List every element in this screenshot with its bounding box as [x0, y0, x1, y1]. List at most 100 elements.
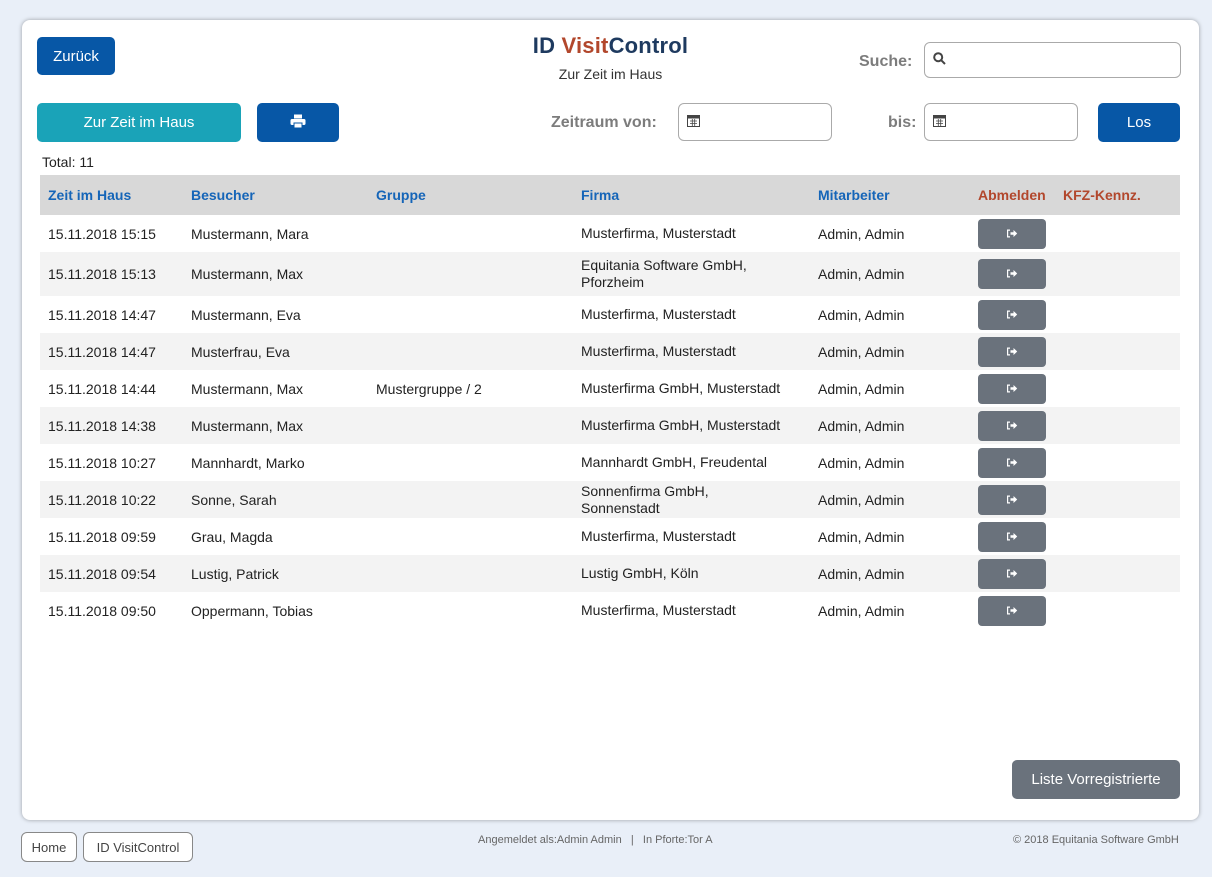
- logo-text-control: Control: [608, 33, 689, 58]
- cell-visitor: Musterfrau, Eva: [191, 343, 290, 360]
- cell-company: Musterfirma, Musterstadt: [581, 343, 736, 359]
- cell-visitor: Grau, Magda: [191, 528, 273, 545]
- table-row[interactable]: 15.11.2018 10:27 Mannhardt, Marko Mannhard…: [40, 444, 1180, 481]
- home-button[interactable]: Home: [21, 832, 77, 862]
- cell-group: [368, 518, 573, 555]
- table-row[interactable]: 15.11.2018 09:59 Grau, Magda Musterfirma, …: [40, 518, 1180, 555]
- search-icon: [933, 52, 946, 68]
- search-field[interactable]: [924, 42, 1181, 78]
- table-row[interactable]: 15.11.2018 15:15 Mustermann, Mara Musterfi…: [40, 215, 1180, 252]
- logo-text-visit: Visit: [561, 33, 609, 58]
- sign-out-icon: [1006, 529, 1018, 545]
- table-row[interactable]: 15.11.2018 15:13 Mustermann, Max Equitania…: [40, 252, 1180, 296]
- search-label: Suche:: [859, 53, 913, 70]
- cell-company: Lustig GmbH, Köln: [581, 565, 699, 581]
- col-header-time[interactable]: Zeit im Haus: [40, 175, 183, 215]
- go-button[interactable]: Los: [1098, 103, 1180, 142]
- cell-visitor: Sonne, Sarah: [191, 491, 277, 508]
- cell-company: Musterfirma GmbH, Musterstadt: [581, 380, 781, 396]
- sign-out-icon: [1006, 492, 1018, 508]
- cell-time: 15.11.2018 10:22: [48, 491, 156, 508]
- cell-company: Musterfirma GmbH, Musterstadt: [581, 417, 781, 433]
- main-panel: Zurück ID VisitControl Zur Zeit im Haus …: [22, 20, 1199, 820]
- logout-button[interactable]: [978, 447, 1046, 478]
- logout-button[interactable]: [978, 218, 1046, 249]
- col-header-employee[interactable]: Mitarbeiter: [810, 175, 970, 215]
- sign-out-icon: [1006, 344, 1018, 360]
- cell-time: 15.11.2018 14:47: [48, 343, 156, 360]
- cell-plate: [1055, 333, 1180, 370]
- cell-time: 15.11.2018 15:13: [48, 266, 156, 282]
- date-to-field[interactable]: [924, 103, 1137, 141]
- table-row[interactable]: 15.11.2018 14:38 Mustermann, Max Musterfir…: [40, 407, 1180, 444]
- cell-group: Mustergruppe / 2: [376, 380, 482, 397]
- logout-button[interactable]: [978, 259, 1046, 289]
- logout-button[interactable]: [978, 373, 1046, 404]
- cell-visitor: Lustig, Patrick: [191, 565, 279, 582]
- print-button[interactable]: [257, 103, 339, 142]
- cell-company: Mannhardt GmbH, Freudental: [581, 454, 767, 470]
- logo-text-id: ID: [532, 33, 562, 58]
- cell-plate: [1055, 407, 1180, 444]
- cell-employee: Admin, Admin: [818, 528, 905, 545]
- visitors-table: Zeit im Haus Besucher Gruppe Firma Mitar…: [40, 175, 1180, 629]
- col-header-visitor[interactable]: Besucher: [183, 175, 368, 215]
- logout-button[interactable]: [978, 336, 1046, 367]
- cell-group: [368, 333, 573, 370]
- table-row[interactable]: 15.11.2018 14:44 Mustermann, Max Mustergru…: [40, 370, 1180, 407]
- cell-employee: Admin, Admin: [818, 306, 905, 323]
- cell-logout: [970, 518, 1055, 555]
- cell-employee: Admin, Admin: [818, 565, 905, 582]
- table-row[interactable]: 15.11.2018 09:50 Oppermann, Tobias Musterf…: [40, 592, 1180, 629]
- cell-group: [368, 296, 573, 333]
- cell-group: [368, 215, 573, 252]
- calendar-icon: [933, 114, 946, 130]
- calendar-icon: [687, 114, 700, 130]
- cell-company: Musterfirma, Musterstadt: [581, 306, 736, 322]
- logout-button[interactable]: [978, 484, 1046, 515]
- cell-logout: [970, 555, 1055, 592]
- copyright: © 2018 Equitania Software GmbH: [1013, 834, 1179, 846]
- cell-group: [368, 252, 573, 296]
- current-visitors-button[interactable]: Zur Zeit im Haus: [37, 103, 241, 142]
- app-home-button[interactable]: ID VisitControl: [83, 832, 193, 862]
- cell-time: 15.11.2018 14:44: [48, 380, 156, 397]
- cell-logout: [970, 407, 1055, 444]
- date-to-label: bis:: [888, 114, 917, 131]
- logout-button[interactable]: [978, 410, 1046, 441]
- cell-logout: [970, 592, 1055, 629]
- table-row[interactable]: 15.11.2018 09:54 Lustig, Patrick Lustig Gm…: [40, 555, 1180, 592]
- cell-visitor: Mustermann, Max: [191, 380, 304, 397]
- cell-time: 15.11.2018 09:50: [48, 602, 156, 619]
- logout-button[interactable]: [978, 595, 1046, 626]
- sign-out-icon: [1006, 381, 1018, 397]
- col-header-company[interactable]: Firma: [573, 175, 810, 215]
- cell-employee: Admin, Admin: [818, 380, 905, 397]
- cell-logout: [970, 252, 1055, 296]
- cell-employee: Admin, Admin: [818, 343, 905, 360]
- cell-logout: [970, 444, 1055, 481]
- logout-button[interactable]: [978, 521, 1046, 552]
- sign-out-icon: [1006, 455, 1018, 471]
- table-header-row: Zeit im Haus Besucher Gruppe Firma Mitar…: [40, 175, 1180, 215]
- date-from-field[interactable]: [678, 103, 891, 141]
- table-row[interactable]: 15.11.2018 14:47 Mustermann, Eva Musterfir…: [40, 296, 1180, 333]
- date-from-input[interactable]: [706, 113, 891, 131]
- table-row[interactable]: 15.11.2018 10:22 Sonne, Sarah Sonnenfirma …: [40, 481, 1180, 518]
- cell-employee: Admin, Admin: [818, 491, 905, 508]
- cell-plate: [1055, 370, 1180, 407]
- preregistered-list-button[interactable]: Liste Vorregistrierte: [1012, 760, 1180, 799]
- search-input[interactable]: [952, 51, 1180, 69]
- cell-employee: Admin, Admin: [818, 266, 905, 282]
- cell-group: [368, 592, 573, 629]
- cell-company: Musterfirma, Musterstadt: [581, 225, 736, 241]
- logout-button[interactable]: [978, 299, 1046, 330]
- table-row[interactable]: 15.11.2018 14:47 Musterfrau, Eva Musterfir…: [40, 333, 1180, 370]
- cell-plate: [1055, 592, 1180, 629]
- cell-time: 15.11.2018 14:38: [48, 417, 156, 434]
- col-header-group[interactable]: Gruppe: [368, 175, 573, 215]
- cell-visitor: Mustermann, Mara: [191, 225, 309, 242]
- logout-button[interactable]: [978, 558, 1046, 589]
- cell-time: 15.11.2018 09:59: [48, 528, 156, 545]
- cell-company: Equitania Software GmbH, Pforzheim: [581, 257, 747, 290]
